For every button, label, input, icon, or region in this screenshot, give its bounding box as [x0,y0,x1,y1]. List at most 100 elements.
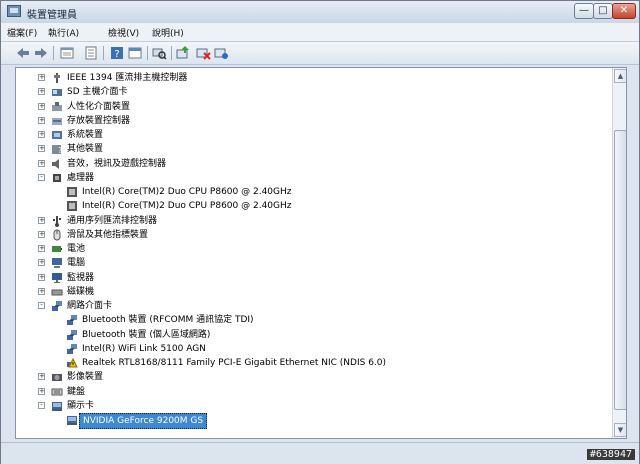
monitor-icon [51,272,63,284]
category-label: 存放裝置控制器 [67,115,131,126]
network-adapter-icon [66,314,78,326]
menu-action[interactable]: 執行(A) [48,26,79,39]
maximize-button[interactable]: □ [593,3,613,19]
tree-category[interactable]: + 電池 [16,242,610,256]
tree-device[interactable]: NVIDIA GeForce 9200M GS [16,413,610,429]
category-label: SD 主機介面卡 [67,87,128,98]
menu-view[interactable]: 檢視(V) [108,26,139,39]
scan-icon[interactable] [151,45,167,61]
system-device-icon [51,129,63,141]
expand-toggle[interactable]: + [38,273,45,281]
refresh-icon[interactable] [127,45,143,61]
display-adapter-icon [66,414,78,426]
expand-toggle[interactable]: + [38,373,45,381]
expand-toggle[interactable]: + [38,116,45,124]
tree-category[interactable]: +? 其他裝置 [16,142,610,156]
processor-icon [51,172,63,184]
category-label: 磁碟機 [67,286,95,297]
scroll-up-button[interactable]: ▲ [614,69,626,83]
expand-toggle[interactable]: + [38,230,45,238]
keyboard-icon [51,386,63,398]
vertical-scrollbar[interactable]: ▲ ▼ [612,68,626,438]
tree-device[interactable]: Intel(R) Core(TM)2 Duo CPU P8600 @ 2.40G… [16,199,610,213]
collapse-toggle[interactable]: - [38,173,45,181]
tree-category[interactable]: + 系統裝置 [16,128,610,142]
close-button[interactable]: ✕ [612,3,636,19]
device-manager-icon [7,5,21,17]
tree-category[interactable]: + SD 主機介面卡 [16,85,610,99]
device-label: Realtek RTL8168/8111 Family PCI-E Gigabi… [82,358,387,368]
expand-toggle[interactable]: + [38,102,45,110]
tree-category[interactable]: + 人性化介面裝置 [16,100,610,114]
category-label: 顯示卡 [67,400,95,411]
help-icon[interactable]: ? [109,45,125,61]
tree-category[interactable]: + 音效，視訊及遊戲控制器 [16,157,610,171]
expand-toggle[interactable]: + [38,245,45,252]
tree-category[interactable]: + 鍵盤 [16,385,610,399]
tree-category[interactable]: + IEEE 1394 匯流排主機控制器 [16,71,610,85]
expand-toggle[interactable]: + [38,159,45,167]
properties-list-icon[interactable] [59,45,75,61]
other-device-icon: ? [51,143,63,155]
tree-category[interactable]: + 通用序列匯流排控制器 [16,214,610,228]
usb-icon [51,215,63,227]
expand-toggle[interactable]: + [38,88,45,96]
expand-toggle[interactable]: + [38,387,45,395]
expand-toggle[interactable]: + [38,145,45,153]
toolbar-separator [53,46,54,60]
tree-device[interactable]: Realtek RTL8168/8111 Family PCI-E Gigabi… [16,356,610,370]
scrollbar-thumb[interactable] [614,130,626,410]
imaging-device-icon [51,371,63,383]
category-label: IEEE 1394 匯流排主機控制器 [67,73,188,83]
tree-category[interactable]: + 磁碟機 [16,285,610,299]
uninstall-icon[interactable] [213,45,229,61]
scroll-down-button[interactable]: ▼ [614,423,626,437]
expand-toggle[interactable]: + [38,131,45,138]
category-label: 通用序列匯流排控制器 [67,215,158,226]
display-adapter-icon [51,400,63,412]
tree-device[interactable]: Intel(R) Core(TM)2 Duo CPU P8600 @ 2.40G… [16,185,610,199]
category-label: 處理器 [67,172,95,183]
disable-icon[interactable] [195,45,211,61]
tree-device[interactable]: Intel(R) WiFi Link 5100 AGN [16,342,610,356]
title-bar[interactable]: 裝置管理員 — □ ✕ [1,1,639,23]
expand-toggle[interactable]: + [38,74,45,81]
device-tree[interactable]: + IEEE 1394 匯流排主機控制器 + SD 主機介面卡 + 人性化介面裝置 + 存放裝… [15,67,627,439]
collapse-toggle[interactable]: - [38,302,45,309]
device-label: Intel(R) Core(TM)2 Duo CPU P8600 @ 2.40G… [82,187,292,197]
device-label: Intel(R) Core(TM)2 Duo CPU P8600 @ 2.40G… [82,201,292,212]
device-label: NVIDIA GeForce 9200M GS [79,413,208,429]
tree-device[interactable]: Bluetooth 裝置 (RFCOMM 通訊協定 TDI) [16,313,610,327]
update-driver-icon[interactable] [175,45,191,61]
collapse-toggle[interactable]: - [38,401,45,409]
back-icon[interactable] [15,45,31,61]
sd-host-icon [51,86,63,98]
minimize-button[interactable]: — [574,3,594,19]
tree-category[interactable]: - 處理器 [16,171,610,185]
category-label: 滑鼠及其他指標裝置 [67,229,149,240]
expand-toggle[interactable]: + [38,216,45,224]
menu-help[interactable]: 說明(H) [152,26,184,39]
expand-toggle[interactable]: + [38,287,45,295]
toolbar: ? [1,42,639,65]
tree-category[interactable]: + 存放裝置控制器 [16,114,610,128]
category-label: 電池 [67,244,86,254]
expand-toggle[interactable]: + [38,259,45,267]
properties-icon[interactable] [83,45,99,61]
tree-device[interactable]: Bluetooth 裝置 (個人區域網路) [16,328,610,342]
category-label: 系統裝置 [67,130,104,140]
tree-category[interactable]: + 影像裝置 [16,370,610,384]
tree-category[interactable]: + 監視器 [16,271,610,285]
toolbar-separator [171,46,172,60]
tree-category[interactable]: - 顯示卡 [16,399,610,413]
category-label: 人性化介面裝置 [67,101,131,112]
tree-category[interactable]: + 電腦 [16,256,610,270]
device-label: Bluetooth 裝置 (個人區域網路) [82,329,211,340]
forward-icon[interactable] [33,45,49,61]
category-label: 監視器 [67,272,95,283]
category-label: 其他裝置 [67,144,104,155]
menu-file[interactable]: 檔案(F) [7,26,37,39]
tree-category[interactable]: + 滑鼠及其他指標裝置 [16,228,610,242]
tree-category[interactable]: - 網路介面卡 [16,299,610,313]
category-label: 電腦 [67,258,86,269]
